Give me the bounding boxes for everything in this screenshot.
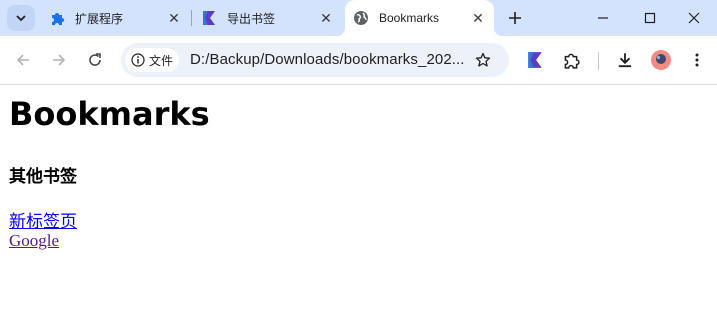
site-info-chip[interactable]: 文件 <box>125 48 179 72</box>
tab-extensions[interactable]: 扩展程序 ✕ <box>41 5 190 31</box>
minimize-button[interactable] <box>580 0 626 36</box>
arrow-right-icon <box>53 54 66 66</box>
toolbar-divider <box>598 52 599 70</box>
reload-button[interactable] <box>83 48 107 72</box>
info-icon <box>131 53 145 67</box>
back-button[interactable] <box>11 48 35 72</box>
close-icon <box>688 12 700 24</box>
tab-curve-right <box>494 28 502 36</box>
plus-icon <box>509 12 521 24</box>
page-content: Bookmarks 其他书签 新标签页 Google <box>0 85 717 314</box>
reload-icon <box>89 53 101 66</box>
menu-button[interactable] <box>685 48 709 72</box>
bookmark-extension-button[interactable] <box>523 48 547 72</box>
globe-icon <box>353 10 369 26</box>
tab-title: Bookmarks <box>379 11 440 25</box>
new-tab-button[interactable] <box>503 6 527 30</box>
tab-curve-left <box>337 28 345 36</box>
minimize-icon <box>598 17 608 19</box>
tab-bookmarks[interactable]: Bookmarks ✕ <box>345 5 494 31</box>
star-icon <box>475 52 491 67</box>
arrow-left-icon <box>16 54 29 66</box>
page-title: Bookmarks <box>9 95 210 133</box>
puzzle-icon <box>564 53 580 69</box>
download-icon <box>618 53 632 68</box>
site-info-label: 文件 <box>149 53 174 68</box>
toolbar: 文件 D:/Backup/Downloads/bookmarks_202... <box>0 36 717 85</box>
maximize-icon <box>644 12 656 24</box>
downloads-button[interactable] <box>613 48 637 72</box>
close-icon[interactable]: ✕ <box>318 10 334 26</box>
chevron-down-icon <box>16 15 26 22</box>
tab-search-button[interactable] <box>7 5 35 31</box>
puzzle-icon <box>49 10 65 26</box>
bookmark-link-new-tab[interactable]: 新标签页 <box>9 207 77 232</box>
extensions-button[interactable] <box>559 48 583 72</box>
url-text[interactable]: D:/Backup/Downloads/bookmarks_202... <box>190 51 468 68</box>
bookmark-flag-icon <box>528 52 542 68</box>
forward-button[interactable] <box>47 48 71 72</box>
more-vert-icon <box>695 53 699 67</box>
close-window-button[interactable] <box>671 0 717 36</box>
avatar <box>651 50 671 70</box>
bookmark-star-button[interactable] <box>473 50 493 70</box>
tab-divider <box>191 10 192 26</box>
maximize-button[interactable] <box>627 0 673 36</box>
tab-export-bookmarks[interactable]: 导出书签 ✕ <box>193 5 342 31</box>
tab-title: 扩展程序 <box>75 11 124 26</box>
profile-button[interactable] <box>649 48 673 72</box>
close-icon[interactable]: ✕ <box>166 10 182 26</box>
folder-heading: 其他书签 <box>9 167 77 187</box>
close-icon[interactable]: ✕ <box>470 10 486 26</box>
address-bar[interactable]: 文件 D:/Backup/Downloads/bookmarks_202... <box>121 43 509 77</box>
bookmark-link-google[interactable]: Google <box>9 231 59 251</box>
title-bar: 扩展程序 ✕ 导出书签 ✕ Bookmarks ✕ <box>0 0 717 36</box>
tab-title: 导出书签 <box>227 11 276 26</box>
bookmark-flag-icon <box>201 10 217 26</box>
